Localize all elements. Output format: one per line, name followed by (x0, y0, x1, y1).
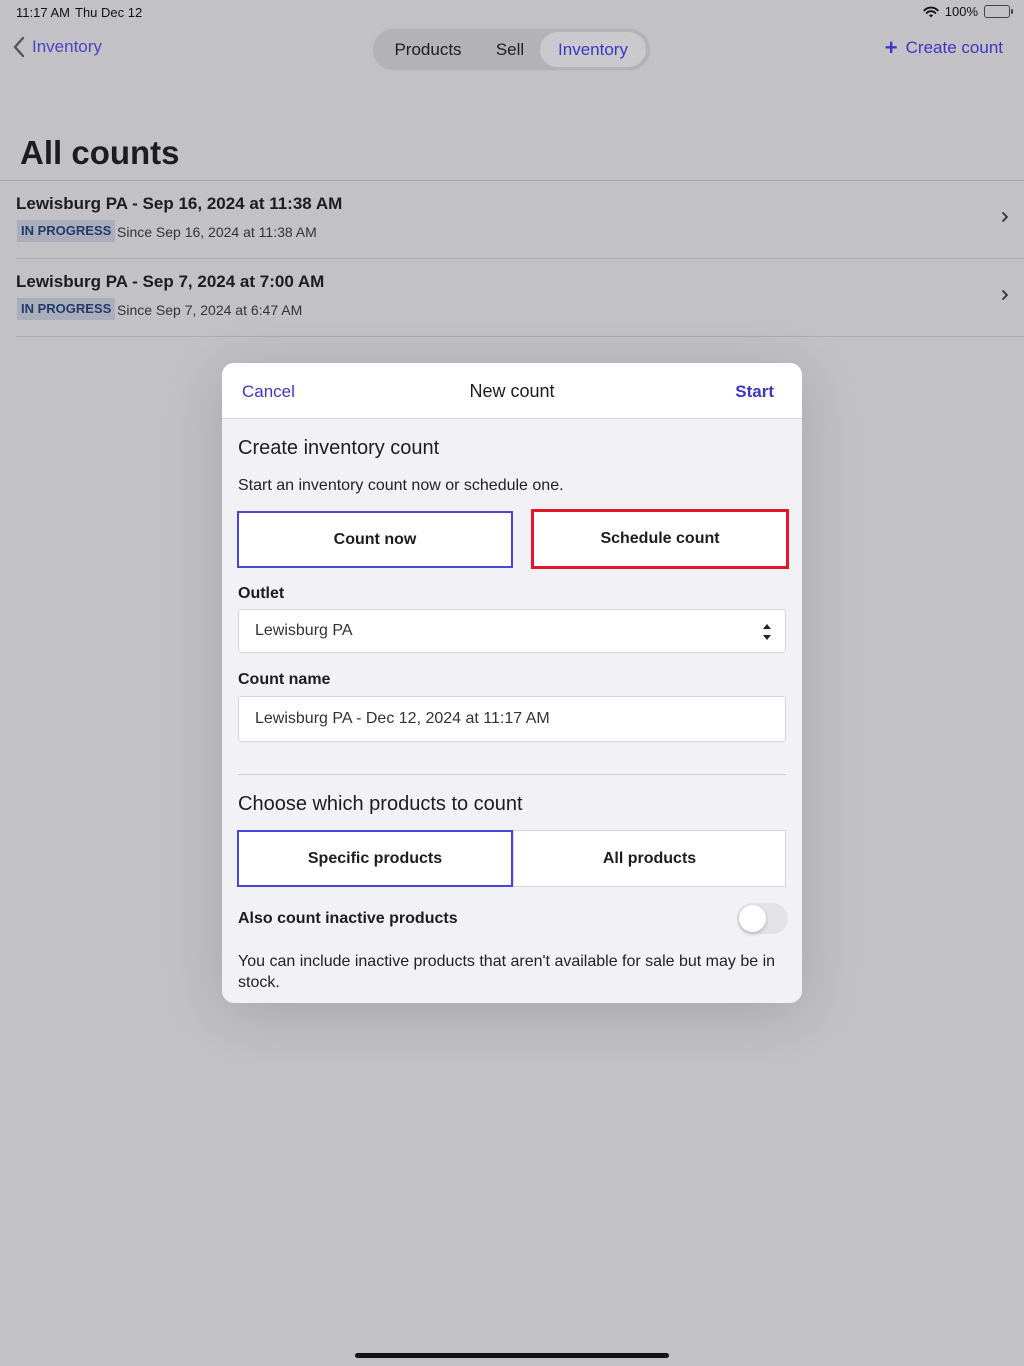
status-date: Thu Dec 12 (75, 5, 143, 20)
chevron-left-icon (13, 36, 25, 58)
status-bar: 11:17 AM Thu Dec 12 100% (0, 0, 1024, 24)
status-badge: IN PROGRESS (17, 298, 116, 320)
back-label: Inventory (32, 37, 102, 56)
status-indicators: 100% (923, 4, 1013, 19)
status-time: 11:17 AM (16, 5, 70, 20)
segment-sell[interactable]: Sell (480, 32, 540, 67)
page-title: All counts (20, 134, 180, 171)
modal-title: New count (469, 381, 555, 401)
segment-inventory[interactable]: Inventory (540, 32, 646, 67)
outlet-label: Outlet (238, 585, 285, 602)
count-title: Lewisburg PA - Sep 16, 2024 at 11:38 AM (16, 194, 343, 213)
count-name-value: Lewisburg PA - Dec 12, 2024 at 11:17 AM (255, 710, 550, 727)
count-name-field[interactable]: Lewisburg PA - Dec 12, 2024 at 11:17 AM (238, 696, 786, 742)
count-now-option[interactable]: Count now (237, 511, 513, 568)
battery-icon (984, 5, 1013, 18)
all-products-option[interactable]: All products (513, 830, 786, 887)
inactive-label: Also count inactive products (238, 910, 458, 927)
wifi-icon (923, 6, 939, 17)
chevron-right-icon (1002, 212, 1008, 222)
create-heading: Create inventory count (238, 437, 440, 459)
inactive-description: You can include inactive products that a… (238, 953, 776, 991)
modal-header: Cancel New count Start (222, 363, 802, 419)
count-name-label: Count name (238, 671, 331, 688)
count-list-item[interactable]: Lewisburg PA - Sep 16, 2024 at 11:38 AM … (16, 181, 1024, 259)
battery-percent: 100% (944, 4, 978, 19)
plus-icon: + (884, 35, 898, 60)
back-button[interactable]: Inventory (12, 36, 102, 58)
products-heading: Choose which products to count (238, 793, 523, 815)
new-count-modal: Cancel New count Start Create inventory … (222, 363, 802, 1003)
toggle-knob (739, 905, 766, 932)
create-description: Start an inventory count now or schedule… (238, 477, 564, 494)
create-count-button[interactable]: + Create count (884, 35, 1003, 60)
count-title: Lewisburg PA - Sep 7, 2024 at 7:00 AM (16, 272, 325, 291)
count-since: Since Sep 16, 2024 at 11:38 AM (117, 224, 317, 240)
home-indicator (355, 1353, 669, 1358)
segment-products[interactable]: Products (376, 32, 480, 67)
count-list-item[interactable]: Lewisburg PA - Sep 7, 2024 at 7:00 AM IN… (16, 259, 1024, 337)
section-switcher: Products Sell Inventory (373, 29, 650, 70)
status-badge: IN PROGRESS (17, 220, 116, 242)
chevron-right-icon (1002, 290, 1008, 300)
schedule-count-option[interactable]: Schedule count (531, 509, 789, 569)
inactive-toggle[interactable] (737, 903, 788, 934)
create-count-label: Create count (905, 38, 1003, 57)
divider (238, 774, 786, 775)
count-since: Since Sep 7, 2024 at 6:47 AM (117, 302, 303, 318)
outlet-value: Lewisburg PA (255, 622, 353, 639)
start-button[interactable]: Start (735, 382, 774, 402)
up-down-arrows-icon (763, 624, 771, 640)
outlet-select[interactable]: Lewisburg PA (238, 609, 786, 653)
specific-products-option[interactable]: Specific products (237, 830, 513, 887)
